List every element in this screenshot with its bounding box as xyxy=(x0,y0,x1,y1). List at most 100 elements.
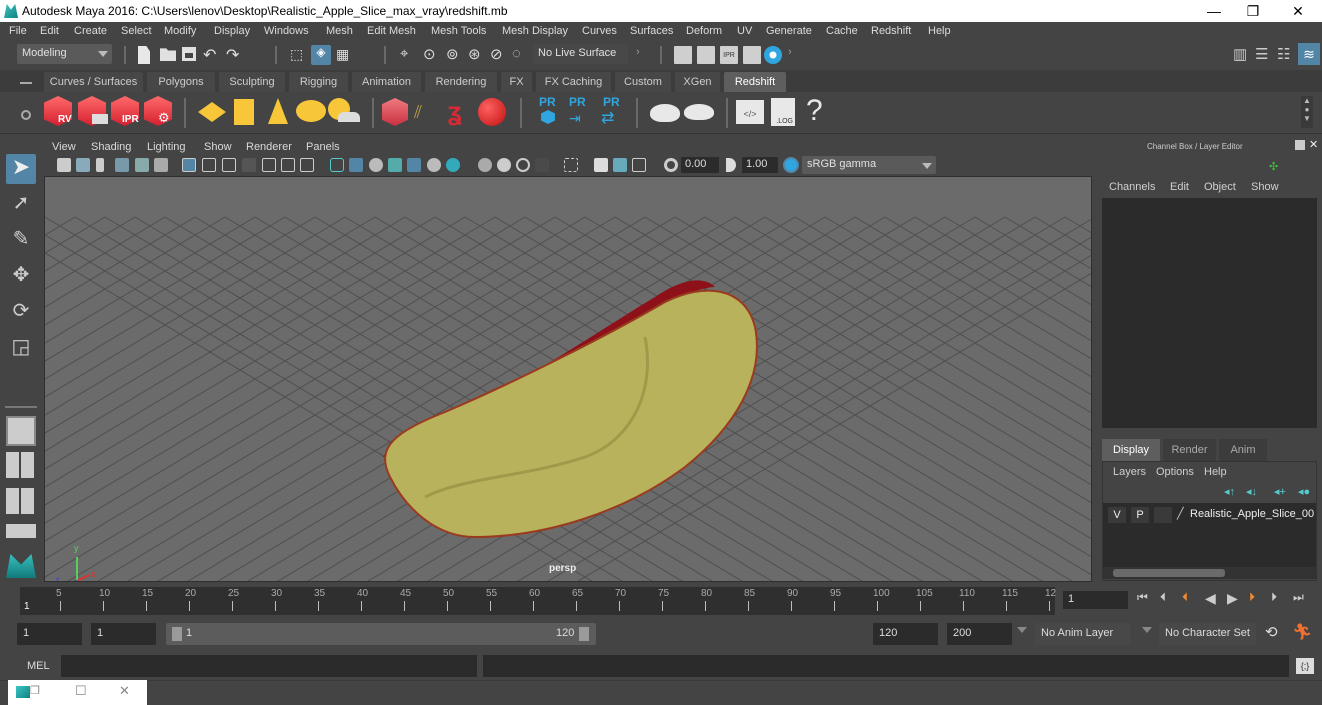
shelf-tab-rigging[interactable]: Rigging xyxy=(289,72,348,92)
rs-curve-icon[interactable]: ʓ xyxy=(448,96,462,127)
object-menu[interactable]: Object xyxy=(1204,181,1236,193)
go-to-start-icon[interactable]: ⏮ xyxy=(1137,590,1148,605)
shelf-tab-redshift[interactable]: Redshift xyxy=(724,72,786,92)
render-view-icon[interactable] xyxy=(674,46,692,64)
colorspace-dropdown[interactable]: sRGB gamma xyxy=(802,156,936,174)
menu-file[interactable]: File xyxy=(9,25,27,37)
chevron-down-icon[interactable] xyxy=(1017,627,1027,633)
bake-sets-icon[interactable] xyxy=(650,104,680,122)
close-icon[interactable]: ✕ xyxy=(119,683,130,699)
channel-box-toggle-icon[interactable]: ≋ xyxy=(1298,43,1320,65)
exposure-icon[interactable] xyxy=(664,158,678,172)
snap-curve-icon[interactable]: ⊙ xyxy=(423,45,441,63)
shelf-tab-sculpting[interactable]: Sculpting xyxy=(219,72,285,92)
range-start-handle[interactable] xyxy=(172,627,182,641)
shelf-tab-curves-surfaces[interactable]: Curves / Surfaces xyxy=(44,72,143,92)
image-plane-icon[interactable] xyxy=(115,158,129,172)
pr-swap-proxy-icon[interactable]: ⇄ xyxy=(601,108,614,128)
select-component-icon[interactable]: ▦ xyxy=(336,46,354,64)
shelf-tab-xgen[interactable]: XGen xyxy=(675,72,720,92)
script-editor-icon[interactable]: {;} xyxy=(1296,658,1314,674)
animation-start-field[interactable]: 1 xyxy=(17,623,82,645)
shelf-tab-fx[interactable]: FX xyxy=(501,72,532,92)
layers-menu[interactable]: Layers xyxy=(1113,466,1146,478)
render-frame-icon[interactable] xyxy=(697,46,715,64)
play-backwards-icon[interactable]: ◀ xyxy=(1205,590,1216,607)
exposure-field[interactable]: 0.00 xyxy=(681,157,719,173)
lasso-tool-icon[interactable]: ➚ xyxy=(6,190,36,220)
edit-menu[interactable]: Edit xyxy=(1170,181,1189,193)
animation-preferences-icon[interactable]: 🏃︎ xyxy=(1292,622,1312,642)
safe-title-icon[interactable] xyxy=(300,158,314,172)
pr-create-proxy-icon[interactable] xyxy=(541,110,555,124)
menuset-dropdown[interactable]: Modeling xyxy=(17,44,112,64)
menu-redshift[interactable]: Redshift xyxy=(871,25,911,37)
menu-select[interactable]: Select xyxy=(121,25,152,37)
wireframe-on-shaded-icon[interactable] xyxy=(369,158,383,172)
panel-menu-show[interactable]: Show xyxy=(204,141,232,153)
smooth-shade-icon[interactable] xyxy=(349,158,363,172)
shelf-tab-animation[interactable]: Animation xyxy=(352,72,421,92)
hud-icon[interactable] xyxy=(632,158,646,172)
layer-display-type-toggle[interactable] xyxy=(1154,507,1172,523)
close-button[interactable]: ✕ xyxy=(1283,2,1313,20)
gamma-field[interactable]: 1.00 xyxy=(742,157,778,173)
restore-icon[interactable]: ❐ xyxy=(30,684,40,697)
shelf-tab-fx-caching[interactable]: FX Caching xyxy=(536,72,611,92)
menu-mesh-tools[interactable]: Mesh Tools xyxy=(431,25,486,37)
minimize-button[interactable]: — xyxy=(1199,2,1229,20)
field-chart-icon[interactable] xyxy=(262,158,276,172)
menu-mesh[interactable]: Mesh xyxy=(326,25,353,37)
menu-uv[interactable]: UV xyxy=(737,25,752,37)
step-back-frame-icon[interactable]: ⏴ xyxy=(1160,590,1166,605)
menu-surfaces[interactable]: Surfaces xyxy=(630,25,673,37)
menu-cache[interactable]: Cache xyxy=(826,25,858,37)
play-forwards-icon[interactable]: ▶ xyxy=(1227,590,1238,607)
menu-display[interactable]: Display xyxy=(214,25,250,37)
restore-button[interactable]: ❐ xyxy=(1238,2,1268,20)
ipr-render-icon[interactable]: IPR xyxy=(720,46,738,64)
float-panel-icon[interactable] xyxy=(1295,140,1305,150)
options-menu[interactable]: Options xyxy=(1156,466,1194,478)
layer-visibility-toggle[interactable]: V xyxy=(1108,507,1126,523)
redo-icon[interactable]: ↷ xyxy=(226,45,244,64)
anim-layer-dropdown[interactable]: No Anim Layer xyxy=(1035,623,1130,645)
render-settings-icon[interactable] xyxy=(743,46,761,64)
panel-menu-shading[interactable]: Shading xyxy=(91,141,131,153)
snap-grid-icon[interactable]: ⌖ xyxy=(400,45,418,63)
undo-icon[interactable]: ↶ xyxy=(203,45,221,64)
snap-live-icon[interactable]: ⊘ xyxy=(490,45,508,63)
depth-of-field-icon[interactable] xyxy=(516,158,530,172)
new-layer-selected-icon[interactable]: ◂● xyxy=(1298,485,1310,498)
motion-blur-icon[interactable] xyxy=(478,158,492,172)
bake-icon[interactable] xyxy=(684,104,714,120)
layer-row[interactable]: V P ╱ Realistic_Apple_Slice_00 xyxy=(1103,507,1316,525)
rs-object-id-icon[interactable] xyxy=(382,98,408,126)
rs-volume-icon[interactable] xyxy=(268,98,288,124)
tool-settings-icon[interactable]: ☷ xyxy=(1277,45,1295,63)
rs-mesh-params-icon[interactable] xyxy=(233,98,255,126)
step-back-key-icon[interactable]: ⏴ xyxy=(1182,590,1188,605)
shelf-tab-rendering[interactable]: Rendering xyxy=(425,72,497,92)
isolate-select-icon[interactable] xyxy=(564,158,578,172)
rs-material-icon[interactable] xyxy=(478,98,506,126)
auto-key-icon[interactable]: ⟲ xyxy=(1265,623,1278,641)
menu-create[interactable]: Create xyxy=(74,25,107,37)
panel-menu-lighting[interactable]: Lighting xyxy=(147,141,186,153)
rs-hair-icon[interactable]: ⫽ xyxy=(414,102,422,123)
layer-color-swatch-icon[interactable]: ╱ xyxy=(1177,507,1184,520)
grease-pencil-icon[interactable] xyxy=(154,158,168,172)
2d-pan-zoom-icon[interactable] xyxy=(135,158,149,172)
minimized-window[interactable]: ❐ ☐ ✕ xyxy=(8,680,147,705)
save-scene-icon[interactable] xyxy=(182,47,196,61)
select-hierarchy-icon[interactable]: ⬚ xyxy=(290,46,308,64)
bookmark-icon[interactable] xyxy=(96,158,104,172)
menu-windows[interactable]: Windows xyxy=(264,25,309,37)
gamma-icon[interactable] xyxy=(726,158,736,172)
layer-name[interactable]: Realistic_Apple_Slice_00 xyxy=(1190,508,1314,520)
new-scene-icon[interactable] xyxy=(138,46,150,64)
rs-dome-icon[interactable] xyxy=(296,100,326,122)
new-empty-layer-icon[interactable]: ◂+ xyxy=(1274,485,1286,498)
rs-proxy-icon[interactable] xyxy=(198,102,226,122)
four-view-layout-icon[interactable] xyxy=(6,452,36,478)
